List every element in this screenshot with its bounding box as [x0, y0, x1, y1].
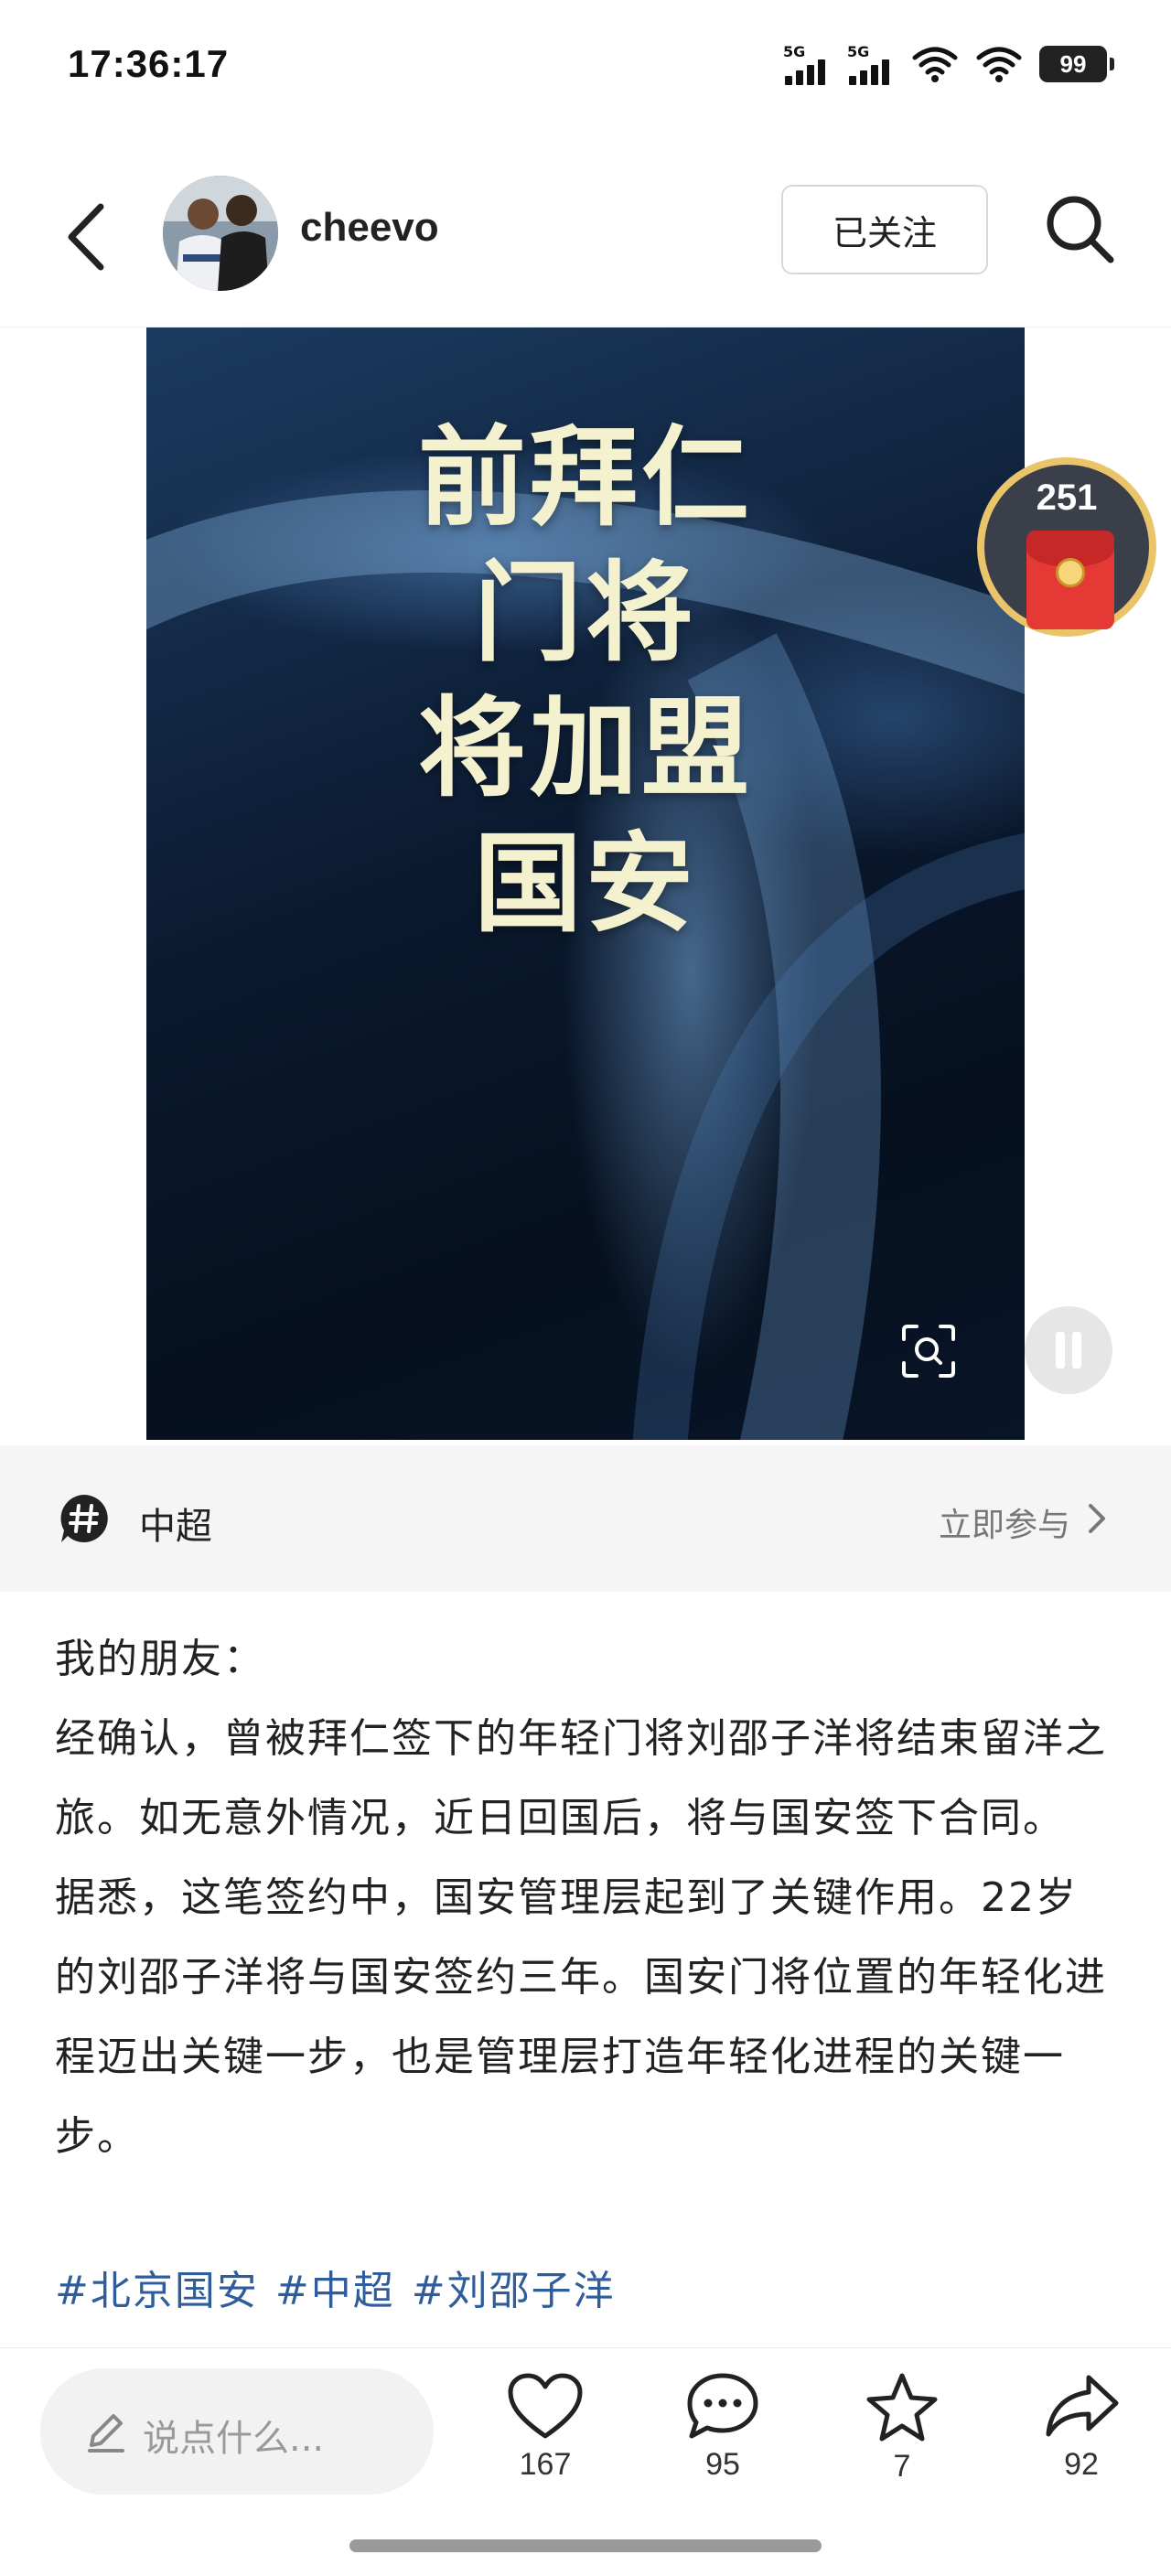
favorite-button[interactable]: 7	[847, 2372, 957, 2509]
post-paragraph: 经确认，曾被拜仁签下的年轻门将刘邵子洋将结束留洋之旅。如无意外情况，近日回国后，…	[55, 1715, 1107, 1841]
topic-bar[interactable]: 中超 立即参与	[0, 1445, 1171, 1592]
post-paragraph: 我的朋友：	[55, 1636, 265, 1682]
caption-line: 将加盟	[417, 685, 753, 811]
avatar-image	[163, 176, 278, 291]
search-icon	[1047, 196, 1114, 263]
share-icon	[1046, 2375, 1119, 2437]
wifi-icon	[976, 47, 1022, 82]
post-paragraph: 据悉，这笔签约中，国安管理层起到了关键作用。22岁的刘邵子洋将与国安签约三年。国…	[55, 1874, 1107, 2160]
chevron-left-icon	[68, 203, 104, 271]
username[interactable]: cheevo	[300, 205, 439, 251]
follow-button[interactable]: 已关注	[781, 185, 988, 274]
star-icon	[866, 2373, 938, 2442]
post-image[interactable]: 前拜仁 门将 将加盟 国安	[146, 327, 1025, 1440]
post-header: cheevo 已关注	[0, 165, 1171, 327]
red-packet-count: 251	[1036, 478, 1098, 518]
like-count: 167	[519, 2447, 572, 2482]
favorite-count: 7	[893, 2449, 911, 2484]
join-topic-link[interactable]: 立即参与	[939, 1498, 1070, 1546]
red-packet-widget[interactable]: 251	[977, 457, 1156, 637]
status-bar: 17:36:17 5G 5G 99	[0, 0, 1171, 128]
search-button[interactable]	[1039, 188, 1122, 271]
pause-button[interactable]	[1025, 1306, 1112, 1394]
image-caption: 前拜仁 门将 将加盟 国安	[146, 410, 1025, 951]
image-search-button[interactable]	[898, 1321, 959, 1381]
cellular-signal-icon: 5G	[783, 43, 831, 85]
caption-line: 前拜仁	[417, 414, 753, 541]
topic-name: 中超	[139, 1506, 212, 1548]
post-body: 我的朋友： 经确认，曾被拜仁签下的年轻门将刘邵子洋将结束留洋之旅。如无意外情况，…	[55, 1619, 1116, 2176]
comment-icon	[687, 2373, 758, 2439]
caption-line: 国安	[473, 821, 697, 947]
comment-placeholder: 说点什么...	[143, 2418, 325, 2460]
comment-button[interactable]: 95	[668, 2372, 778, 2509]
hashtag-list: #北京国安 #中超 #刘邵子洋	[55, 2258, 616, 2316]
comment-input[interactable]: 说点什么...	[40, 2368, 434, 2495]
caption-line: 门将	[473, 550, 697, 676]
wifi-icon	[912, 47, 958, 82]
hashtag-link[interactable]: #中超	[275, 2258, 395, 2316]
battery-indicator: 99	[1039, 46, 1114, 82]
hashtag-link[interactable]: #刘邵子洋	[412, 2258, 616, 2316]
like-button[interactable]: 167	[490, 2372, 600, 2509]
status-icons: 5G 5G 99	[783, 40, 1114, 88]
heart-icon	[508, 2373, 583, 2439]
avatar[interactable]	[163, 176, 278, 291]
back-button[interactable]	[55, 196, 119, 278]
chevron-right-icon	[1089, 1504, 1105, 1533]
share-count: 92	[1064, 2447, 1099, 2482]
pause-icon	[1056, 1332, 1065, 1368]
cellular-signal-icon: 5G	[847, 43, 895, 85]
pen-icon	[88, 2414, 124, 2453]
scan-icon	[902, 1325, 955, 1378]
comment-count: 95	[705, 2447, 740, 2482]
topic-hashtag-icon	[60, 1495, 108, 1542]
hashtag-link[interactable]: #北京国安	[55, 2258, 259, 2316]
share-button[interactable]: 92	[1026, 2372, 1136, 2509]
status-time: 17:36:17	[68, 42, 230, 85]
home-indicator[interactable]	[349, 2539, 822, 2552]
